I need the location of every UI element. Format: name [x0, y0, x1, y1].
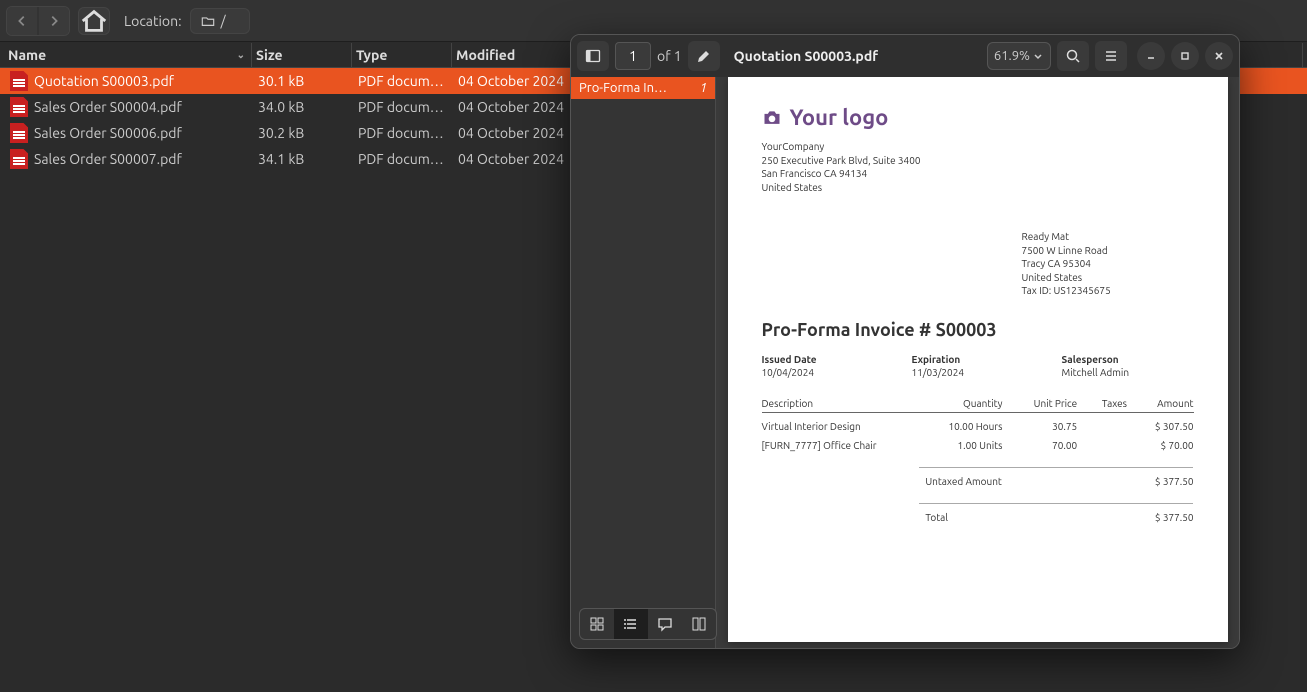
outline-panel: Pro-Forma In… 1 — [571, 77, 716, 648]
thumbnails-mode-button[interactable] — [580, 609, 614, 639]
outline-item[interactable]: Pro-Forma In… 1 — [571, 77, 715, 99]
page-number-input[interactable] — [615, 42, 651, 70]
zoom-selector[interactable]: 61.9% — [987, 42, 1051, 70]
forward-button[interactable] — [39, 7, 69, 35]
meta-block: Issued Date Expiration Salesperson 10/04… — [762, 354, 1194, 378]
logo: Your logo — [762, 105, 1194, 130]
line-item: Virtual Interior Design10.00 Hours30.75$… — [762, 421, 1194, 432]
page-indicator: of 1 — [615, 42, 682, 70]
file-size: 30.1 kB — [252, 73, 352, 89]
page-of-label: of 1 — [657, 48, 682, 64]
column-name[interactable]: Name⌄ — [4, 43, 252, 67]
back-button[interactable] — [7, 7, 37, 35]
document-title: Quotation S00003.pdf — [726, 48, 981, 64]
camera-icon — [762, 109, 782, 127]
viewer-body: Pro-Forma In… 1 Your logo YourCompany 25… — [571, 77, 1239, 648]
file-type: PDF docum… — [352, 125, 452, 141]
sort-indicator-icon: ⌄ — [237, 49, 245, 61]
pdf-file-icon — [10, 71, 28, 91]
location-path[interactable]: / — [190, 8, 250, 34]
file-size: 34.0 kB — [252, 99, 352, 115]
line-item: [FURN_7777] Office Chair1.00 Units70.00$… — [762, 440, 1194, 451]
minimize-button[interactable] — [1137, 42, 1165, 70]
outline-mode-button[interactable] — [614, 609, 648, 639]
column-type[interactable]: Type — [352, 43, 452, 67]
outline-item-page: 1 — [700, 81, 707, 95]
file-name: Sales Order S00007.pdf — [34, 151, 182, 167]
document-page: Your logo YourCompany 250 Executive Park… — [728, 77, 1228, 642]
sidepanel-toggle-button[interactable] — [577, 41, 609, 71]
path-text: / — [221, 13, 226, 29]
file-size: 34.1 kB — [252, 151, 352, 167]
side-panel-mode-switch — [579, 608, 717, 640]
viewer-toolbar: of 1 Quotation S00003.pdf 61.9% — [571, 35, 1239, 77]
close-button[interactable] — [1205, 42, 1233, 70]
pdf-file-icon — [10, 97, 28, 117]
untaxed-row: Untaxed Amount$ 377.50 — [762, 476, 1194, 487]
customer-block: Ready Mat 7500 W Linne Road Tracy CA 953… — [1022, 230, 1194, 298]
nav-group — [6, 6, 70, 36]
maximize-button[interactable] — [1171, 42, 1199, 70]
line-items-header: Description Quantity Unit Price Taxes Am… — [762, 398, 1194, 413]
file-type: PDF docum… — [352, 151, 452, 167]
location-label: Location: — [124, 13, 182, 29]
column-size[interactable]: Size — [252, 43, 352, 67]
file-name: Sales Order S00006.pdf — [34, 125, 182, 141]
company-block: YourCompany 250 Executive Park Blvd, Sui… — [762, 140, 1194, 194]
zoom-value: 61.9% — [994, 49, 1030, 63]
chevron-down-icon — [1032, 50, 1044, 62]
outline-item-label: Pro-Forma In… — [579, 81, 667, 95]
search-button[interactable] — [1057, 41, 1089, 71]
annotate-button[interactable] — [688, 41, 720, 71]
pdf-viewer-window: of 1 Quotation S00003.pdf 61.9% Pro-Form… — [570, 34, 1240, 649]
file-type: PDF docum… — [352, 73, 452, 89]
folder-icon — [201, 14, 215, 28]
file-name: Quotation S00003.pdf — [34, 73, 174, 89]
total-row: Total$ 377.50 — [762, 512, 1194, 523]
bookmarks-mode-button[interactable] — [682, 609, 716, 639]
home-button[interactable] — [78, 7, 110, 35]
pdf-file-icon — [10, 123, 28, 143]
file-type: PDF docum… — [352, 99, 452, 115]
page-area[interactable]: Your logo YourCompany 250 Executive Park… — [716, 77, 1239, 648]
pdf-file-icon — [10, 149, 28, 169]
annotations-mode-button[interactable] — [648, 609, 682, 639]
document-heading: Pro-Forma Invoice # S00003 — [762, 320, 1194, 340]
menu-button[interactable] — [1095, 41, 1127, 71]
file-size: 30.2 kB — [252, 125, 352, 141]
file-name: Sales Order S00004.pdf — [34, 99, 182, 115]
